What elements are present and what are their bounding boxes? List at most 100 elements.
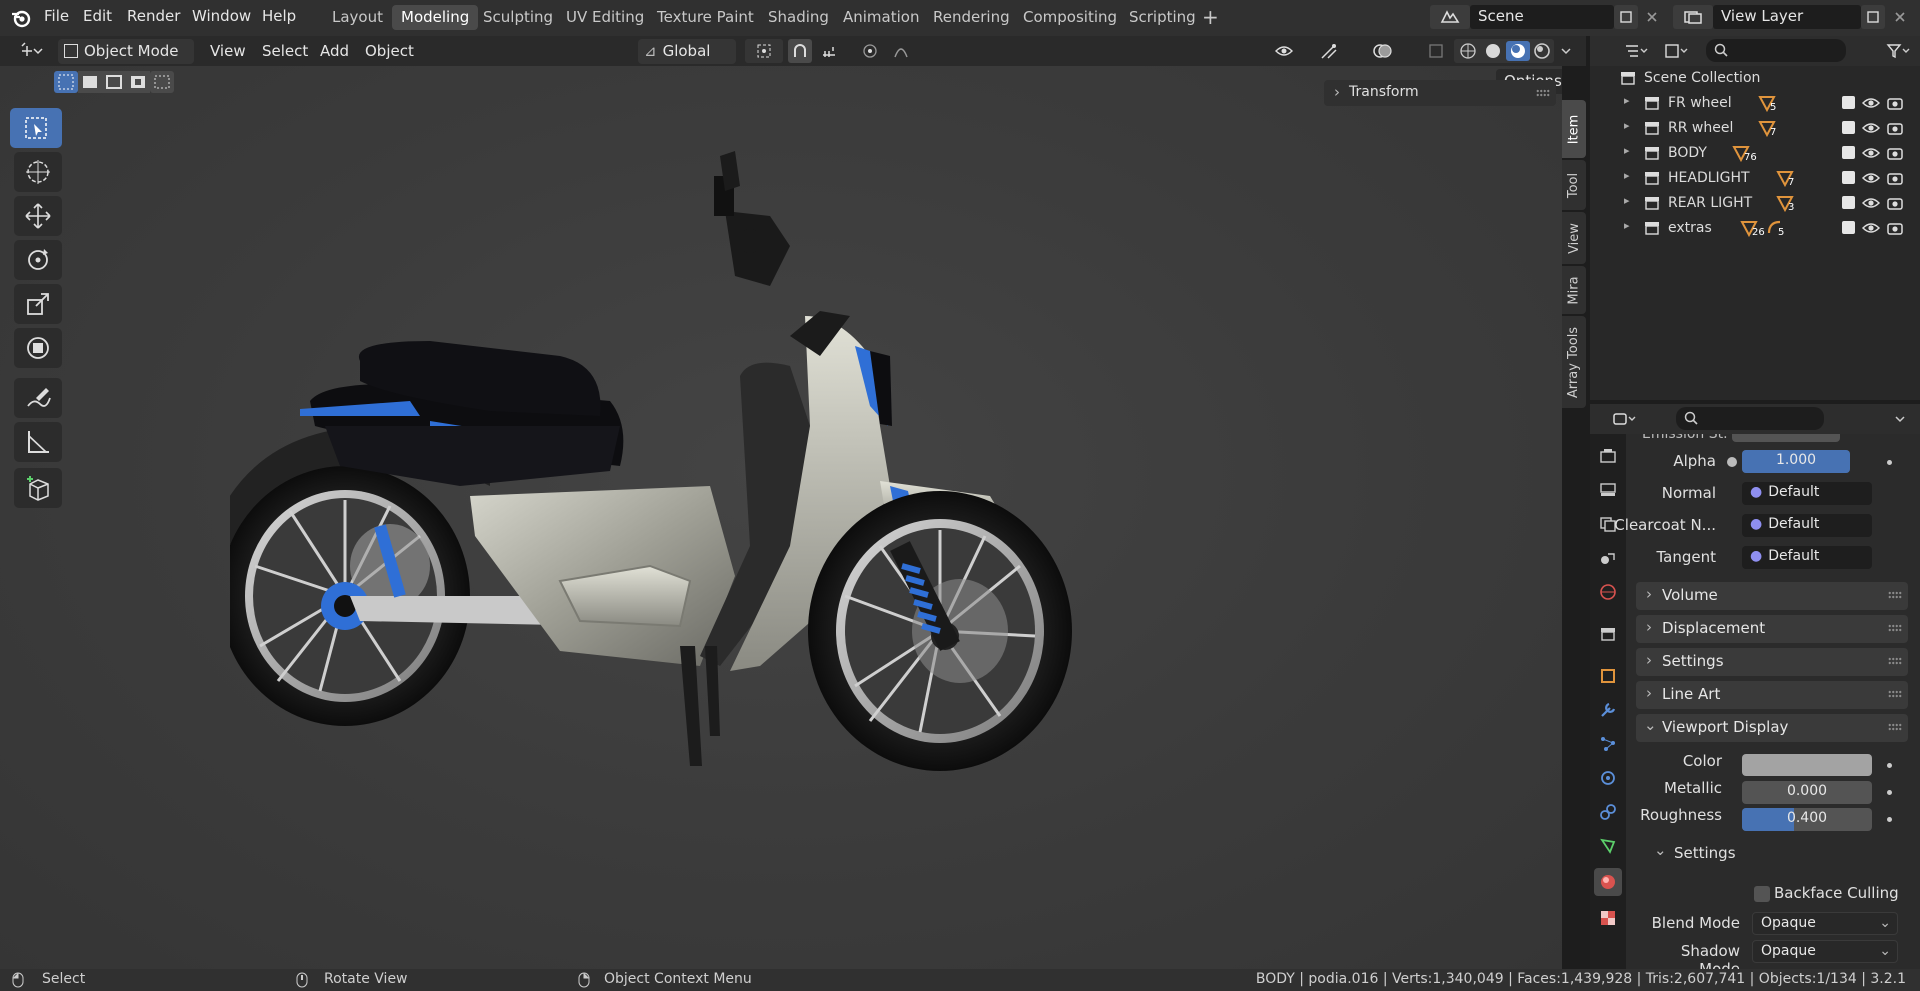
view-layer-field[interactable]: View Layer (1713, 5, 1861, 29)
camera-render-icon[interactable] (1886, 195, 1904, 211)
pivot-point-icon[interactable] (745, 39, 783, 63)
mode-dropdown[interactable]: Object Mode (58, 39, 194, 64)
blend-mode-dropdown[interactable]: Opaque ⌄ (1752, 912, 1898, 935)
view-layer-selector-icon[interactable] (1673, 5, 1713, 29)
scene-selector-icon[interactable] (1430, 5, 1470, 29)
falloff-icon[interactable] (886, 39, 922, 63)
camera-render-icon[interactable] (1886, 220, 1904, 236)
gizmo-toggle-icon[interactable] (1312, 39, 1346, 63)
tool-cursor[interactable] (14, 152, 62, 192)
transform-panel-header[interactable]: › Transform (1324, 80, 1556, 106)
outliner-row[interactable]: ▸ RR wheel 7 (1590, 116, 1920, 141)
exclude-checkbox[interactable] (1842, 96, 1855, 109)
backface-culling-checkbox[interactable] (1754, 886, 1770, 902)
eye-icon[interactable] (1862, 220, 1880, 236)
tab-tool[interactable]: Tool (1562, 160, 1586, 210)
new-scene-icon[interactable] (1614, 5, 1638, 29)
visibility-filter-icon[interactable] (1268, 39, 1302, 63)
display-mode-icon[interactable] (1658, 39, 1694, 63)
eye-icon[interactable] (1862, 120, 1880, 136)
volume-panel[interactable]: › Volume (1636, 582, 1908, 610)
menu-edit[interactable]: Edit (83, 7, 112, 25)
eye-icon[interactable] (1862, 95, 1880, 111)
physics-tab-icon[interactable] (1594, 764, 1622, 792)
constraints-tab-icon[interactable] (1594, 798, 1622, 826)
color-swatch[interactable] (1742, 754, 1872, 776)
render-tab-icon[interactable] (1594, 442, 1622, 470)
drag-handle-icon[interactable] (1536, 89, 1550, 97)
menu-add[interactable]: Add (320, 42, 349, 60)
camera-render-icon[interactable] (1886, 120, 1904, 136)
tab-layout[interactable]: Layout (323, 5, 392, 30)
drag-handle-icon[interactable] (1888, 690, 1902, 698)
motorcycle-model[interactable] (230, 126, 1330, 846)
line-art-panel[interactable]: › Line Art (1636, 681, 1908, 709)
tab-array-tools[interactable]: Array Tools (1562, 316, 1586, 408)
expand-arrow-icon[interactable]: ▸ (1624, 169, 1630, 182)
outliner-row[interactable]: ▸ extras 26 5 (1590, 216, 1920, 241)
expand-arrow-icon[interactable]: ▸ (1624, 144, 1630, 157)
tab-compositing[interactable]: Compositing (1014, 5, 1126, 30)
drag-handle-icon[interactable] (1888, 624, 1902, 632)
menu-window[interactable]: Window (192, 7, 251, 25)
camera-render-icon[interactable] (1886, 95, 1904, 111)
expand-arrow-icon[interactable]: ▸ (1624, 219, 1630, 232)
menu-view[interactable]: View (210, 42, 246, 60)
snap-toggle-icon[interactable] (788, 39, 812, 63)
expand-arrow-icon[interactable]: ▸ (1624, 194, 1630, 207)
eye-icon[interactable] (1862, 195, 1880, 211)
proportional-editing-icon[interactable] (858, 39, 882, 63)
tab-shading[interactable]: Shading (759, 5, 838, 30)
tool-add-cube[interactable] (14, 468, 62, 508)
scene-tab-icon[interactable] (1594, 544, 1622, 572)
tab-texture-paint[interactable]: Texture Paint (648, 5, 763, 30)
viewport-display-panel[interactable]: ⌄ Viewport Display (1636, 714, 1908, 742)
shading-options-icon[interactable] (1556, 39, 1576, 63)
roughness-field[interactable]: 0.400 (1742, 808, 1872, 831)
scene-collection-row[interactable]: Scene Collection (1590, 66, 1920, 91)
3d-viewport[interactable]: Options⌄ › Transform (0, 66, 1562, 969)
add-workspace-icon[interactable]: + (1202, 5, 1219, 29)
menu-object[interactable]: Object (365, 42, 414, 60)
snap-target-icon[interactable] (814, 39, 848, 63)
select-mode-buttons[interactable] (54, 71, 174, 93)
drag-handle-icon[interactable] (1888, 657, 1902, 665)
collection-tab-icon[interactable] (1594, 620, 1622, 648)
new-view-layer-icon[interactable] (1861, 5, 1885, 29)
drag-handle-icon[interactable] (1888, 591, 1902, 599)
outliner-row[interactable]: ▸ FR wheel 5 (1590, 91, 1920, 116)
tab-animation[interactable]: Animation (834, 5, 928, 30)
modifier-tab-icon[interactable] (1594, 696, 1622, 724)
menu-render[interactable]: Render (127, 7, 180, 25)
xray-toggle-icon[interactable] (1424, 39, 1448, 63)
keyframe-dot-icon[interactable] (1887, 790, 1892, 795)
properties-search-input[interactable] (1676, 407, 1824, 430)
viewport-settings-subpanel[interactable]: ⌄ Settings (1650, 840, 1908, 866)
tab-modeling[interactable]: Modeling (392, 5, 479, 30)
tab-sculpting[interactable]: Sculpting (474, 5, 562, 30)
drag-handle-icon[interactable] (1888, 723, 1902, 731)
scene-name-field[interactable]: Scene (1470, 5, 1614, 29)
tab-uv-editing[interactable]: UV Editing (557, 5, 653, 30)
exclude-checkbox[interactable] (1842, 171, 1855, 184)
exclude-checkbox[interactable] (1842, 196, 1855, 209)
material-tab-icon[interactable] (1594, 868, 1622, 896)
tool-rotate[interactable] (14, 240, 62, 280)
tool-measure[interactable] (14, 422, 62, 462)
tab-rendering[interactable]: Rendering (924, 5, 1019, 30)
outliner-row[interactable]: ▸ REAR LIGHT 3 (1590, 191, 1920, 216)
filter-icon[interactable] (1880, 39, 1916, 63)
world-tab-icon[interactable] (1594, 578, 1622, 606)
output-tab-icon[interactable] (1594, 476, 1622, 504)
texture-tab-icon[interactable] (1594, 904, 1622, 932)
particles-tab-icon[interactable] (1594, 730, 1622, 758)
settings-panel[interactable]: › Settings (1636, 648, 1908, 676)
outliner-row[interactable]: ▸ BODY 76 (1590, 141, 1920, 166)
tab-view[interactable]: View (1562, 212, 1586, 264)
emission-strength-field[interactable]: 1.000 (1732, 434, 1840, 442)
metallic-field[interactable]: 0.000 (1742, 781, 1872, 804)
tool-scale[interactable] (14, 284, 62, 324)
orientation-dropdown[interactable]: ⊿ Global (638, 39, 736, 64)
overlays-toggle-icon[interactable] (1366, 39, 1400, 63)
eye-icon[interactable] (1862, 170, 1880, 186)
